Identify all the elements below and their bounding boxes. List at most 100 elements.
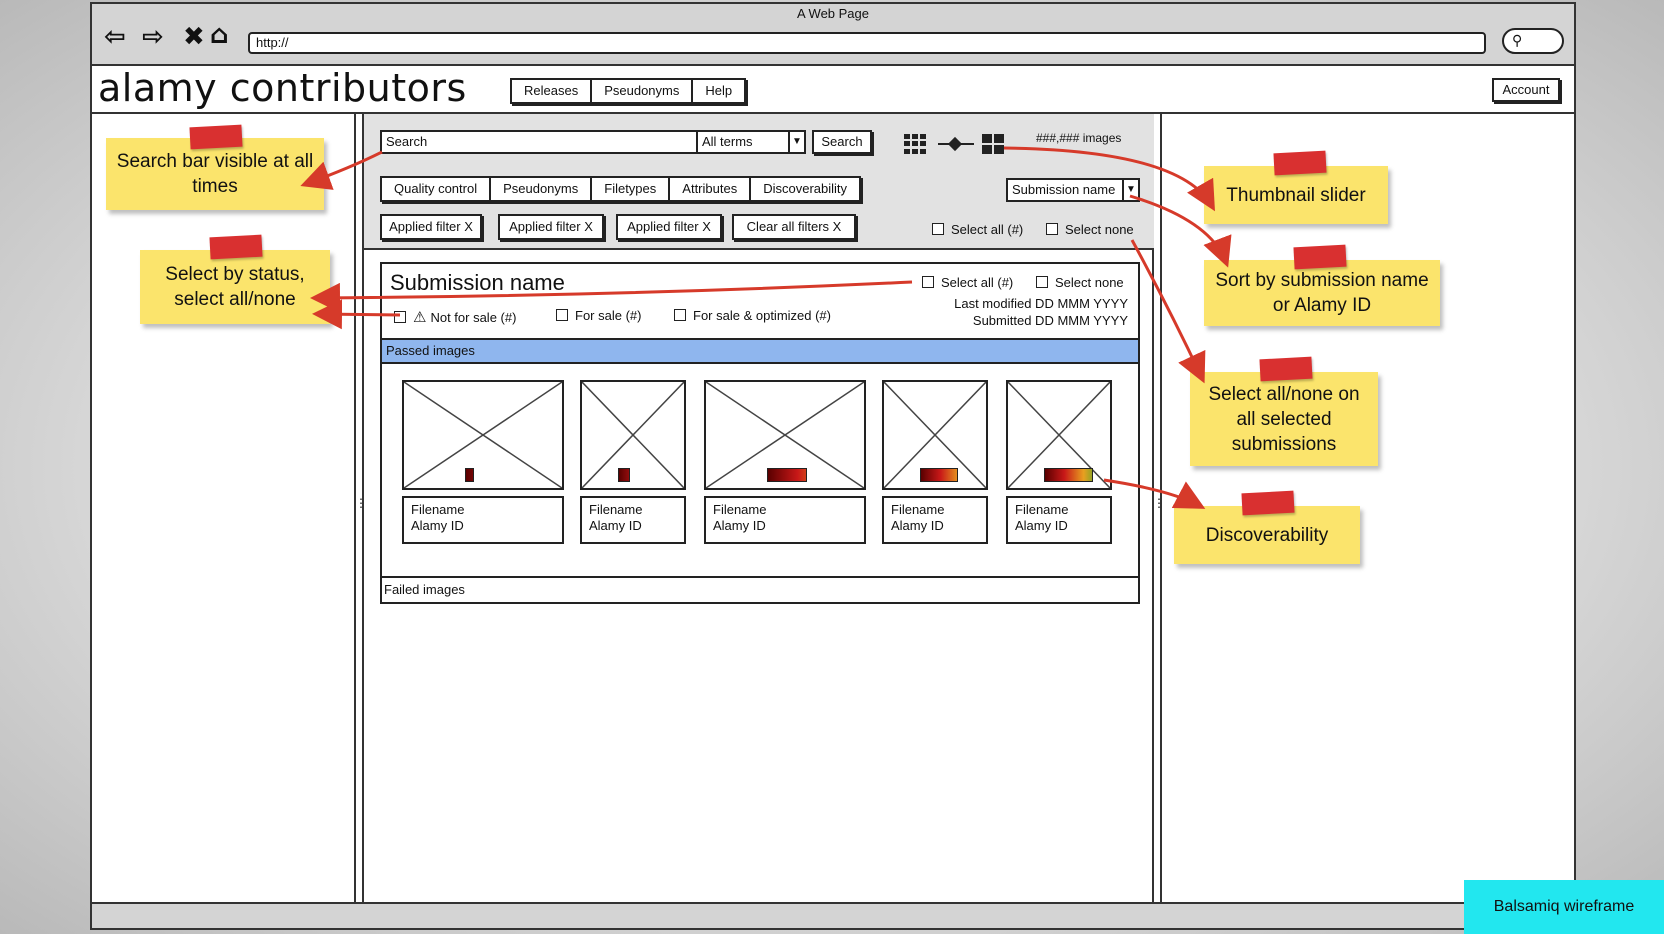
tape (1259, 356, 1313, 382)
search-input[interactable]: Search (380, 130, 698, 154)
note-sort: Sort by submission name or Alamy ID (1204, 260, 1440, 326)
note-thumbnail-slider-text: Thumbnail slider (1226, 184, 1366, 206)
note-sort-text: Sort by submission name or Alamy ID (1215, 270, 1429, 316)
image-alamy-id: Alamy ID (891, 518, 944, 533)
nav-releases[interactable]: Releases (512, 80, 593, 102)
image-filename: Filename (589, 502, 643, 517)
left-splitter-handle[interactable]: ⋮ (355, 496, 367, 510)
image-filename: Filename (1015, 502, 1069, 517)
tab-pseudonyms[interactable]: Pseudonyms (491, 178, 593, 200)
window-title: A Web Page (796, 6, 870, 21)
close-x-icon[interactable]: ✖ (183, 22, 205, 52)
tape (1241, 490, 1295, 516)
submission-select-all-label: Select all (#) (941, 275, 1014, 290)
balsamiq-badge: Balsamiq wireframe (1464, 880, 1664, 934)
tape (189, 124, 243, 150)
checkbox[interactable] (922, 276, 934, 288)
image-thumbnail[interactable] (402, 380, 564, 490)
panel-select-all-label: Select all (#) (951, 222, 1024, 237)
applied-filter-chip[interactable]: Applied filter X (498, 214, 604, 240)
checkbox[interactable] (394, 311, 406, 323)
tape (1293, 244, 1347, 270)
failed-images-header[interactable]: Failed images (380, 576, 1140, 604)
filter-tabs: Quality control Pseudonyms Filetypes Att… (380, 176, 862, 202)
note-select-all-none: Select all/none on all selected submissi… (1190, 372, 1378, 466)
tab-attributes[interactable]: Attributes (670, 178, 752, 200)
note-thumbnail-slider: Thumbnail slider (1204, 166, 1388, 224)
panel-select-all[interactable]: Select all (#) (932, 222, 1023, 237)
passed-images-header[interactable]: Passed images (380, 338, 1140, 364)
status-for-sale[interactable]: For sale (#) (556, 308, 641, 323)
status-not-for-sale[interactable]: ⚠ Not for sale (#) (394, 308, 516, 326)
small-grid-icon[interactable] (904, 134, 928, 154)
home-icon[interactable]: ⌂ (210, 20, 229, 50)
chevron-down-icon[interactable]: ▼ (788, 132, 804, 152)
tape (1273, 150, 1327, 176)
browser-status-bar (92, 902, 1574, 928)
note-select-status-text: Select by status, select all/none (165, 264, 305, 310)
discoverability-gauge (618, 468, 630, 482)
note-search-bar-text: Search bar visible at all times (116, 151, 314, 197)
clear-all-filters-button[interactable]: Clear all filters X (732, 214, 856, 240)
forward-arrow-icon[interactable]: ⇨ (142, 22, 164, 52)
image-alamy-id: Alamy ID (589, 518, 642, 533)
discoverability-gauge (465, 468, 474, 482)
site-logo[interactable]: alamy contributors (98, 66, 467, 110)
sort-value: Submission name (1012, 182, 1116, 197)
panel-select-none-label: Select none (1065, 222, 1134, 237)
submitted-date: Submitted DD MMM YYYY (972, 313, 1128, 328)
image-thumbnail[interactable] (580, 380, 686, 490)
checkbox[interactable] (1036, 276, 1048, 288)
discoverability-gauge (920, 468, 958, 482)
search-button[interactable]: Search (812, 130, 872, 154)
submission-select-all[interactable]: Select all (#) (922, 275, 1013, 290)
warning-icon: ⚠ (413, 309, 427, 326)
tape (209, 234, 263, 260)
applied-filter-chip[interactable]: Applied filter X (380, 214, 482, 240)
image-filename: Filename (891, 502, 945, 517)
submission-select-none-label: Select none (1055, 275, 1124, 290)
image-filename: Filename (411, 502, 465, 517)
url-bar[interactable]: http:// (248, 32, 1486, 54)
image-caption[interactable]: Filename Alamy ID (580, 496, 686, 544)
status-not-for-sale-label: Not for sale (#) (430, 310, 517, 325)
tab-filetypes[interactable]: Filetypes (592, 178, 671, 200)
back-arrow-icon[interactable]: ⇦ (104, 22, 126, 52)
nav-help[interactable]: Help (693, 80, 744, 102)
image-caption[interactable]: Filename Alamy ID (704, 496, 866, 544)
tab-quality-control[interactable]: Quality control (382, 178, 492, 200)
image-filename: Filename (713, 502, 767, 517)
status-for-sale-optimized[interactable]: For sale & optimized (#) (674, 308, 831, 323)
tab-discoverability[interactable]: Discoverability (751, 178, 859, 200)
image-placeholder-icon (582, 382, 684, 488)
checkbox[interactable] (556, 309, 568, 321)
checkbox[interactable] (674, 309, 686, 321)
right-splitter-handle[interactable]: ⋮ (1153, 496, 1165, 510)
checkbox[interactable] (932, 223, 944, 235)
discoverability-gauge (767, 468, 807, 482)
nav-pseudonyms[interactable]: Pseudonyms (592, 80, 694, 102)
image-caption[interactable]: Filename Alamy ID (882, 496, 988, 544)
browser-search-box[interactable]: ⚲ (1502, 28, 1564, 54)
checkbox[interactable] (1046, 223, 1058, 235)
panel-select-none[interactable]: Select none (1046, 222, 1134, 237)
note-select-status: Select by status, select all/none (140, 250, 330, 324)
applied-filter-chip[interactable]: Applied filter X (616, 214, 722, 240)
image-caption[interactable]: Filename Alamy ID (402, 496, 564, 544)
note-select-all-none-text: Select all/none on all selected submissi… (1208, 383, 1360, 455)
submission-select-none[interactable]: Select none (1036, 275, 1124, 290)
search-icon: ⚲ (1512, 32, 1523, 48)
submission-title: Submission name (390, 270, 565, 295)
note-search-bar: Search bar visible at all times (106, 138, 324, 210)
image-alamy-id: Alamy ID (411, 518, 464, 533)
image-alamy-id: Alamy ID (713, 518, 766, 533)
last-modified-date: Last modified DD MMM YYYY (954, 296, 1128, 311)
sort-dropdown[interactable]: Submission name (1006, 178, 1140, 202)
account-button[interactable]: Account (1492, 78, 1560, 102)
image-placeholder-icon (404, 382, 562, 488)
top-nav: Releases Pseudonyms Help (510, 78, 747, 104)
chevron-down-icon[interactable]: ▼ (1122, 180, 1138, 200)
large-grid-icon[interactable] (982, 134, 1004, 154)
status-for-sale-label: For sale (#) (575, 308, 642, 323)
image-caption[interactable]: Filename Alamy ID (1006, 496, 1112, 544)
